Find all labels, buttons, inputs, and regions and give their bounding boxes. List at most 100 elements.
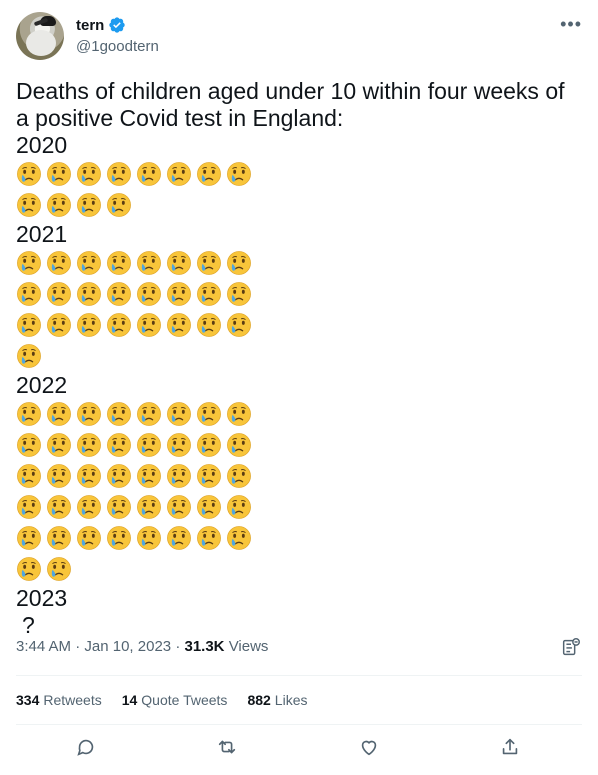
crying-face-emoji-icon [166, 312, 192, 338]
tweet-text: Deaths of children aged under 10 within … [16, 78, 582, 639]
crying-face-emoji-icon [46, 463, 72, 489]
emoji-row [16, 281, 582, 310]
like-icon[interactable] [358, 736, 382, 760]
crying-face-emoji-icon [46, 525, 72, 551]
crying-face-emoji-icon [106, 161, 132, 187]
crying-face-emoji-icon [166, 401, 192, 427]
emoji-row [16, 343, 582, 372]
tweet-time[interactable]: 3:44 AM [16, 638, 71, 655]
emoji-row [16, 525, 582, 554]
crying-face-emoji-icon [16, 343, 42, 369]
crying-face-emoji-icon [46, 161, 72, 187]
crying-face-emoji-icon [166, 463, 192, 489]
crying-face-emoji-icon [76, 401, 102, 427]
crying-face-emoji-icon [136, 312, 162, 338]
crying-face-emoji-icon [106, 312, 132, 338]
crying-face-emoji-icon [196, 494, 222, 520]
crying-face-emoji-icon [46, 494, 72, 520]
crying-face-emoji-icon [166, 161, 192, 187]
action-bar [16, 736, 582, 760]
crying-face-emoji-icon [226, 432, 252, 458]
crying-face-emoji-icon [76, 281, 102, 307]
reply-icon[interactable] [75, 736, 99, 760]
crying-face-emoji-icon [106, 432, 132, 458]
avatar[interactable] [16, 12, 64, 60]
crying-face-emoji-icon [16, 432, 42, 458]
crying-face-emoji-icon [16, 281, 42, 307]
crying-face-emoji-icon [226, 281, 252, 307]
tweet-header: tern @1goodtern ••• [16, 12, 582, 62]
retweet-icon[interactable] [216, 736, 240, 760]
divider [16, 675, 582, 676]
crying-face-emoji-icon [106, 250, 132, 276]
crying-face-emoji-icon [16, 525, 42, 551]
crying-face-emoji-icon [46, 432, 72, 458]
year-heading: 2021 [16, 221, 68, 247]
crying-face-emoji-icon [196, 432, 222, 458]
crying-face-emoji-icon [196, 525, 222, 551]
crying-face-emoji-icon [16, 494, 42, 520]
crying-face-emoji-icon [76, 463, 102, 489]
emoji-row [16, 494, 582, 523]
crying-face-emoji-icon [196, 281, 222, 307]
crying-face-emoji-icon [76, 525, 102, 551]
views-label: Views [228, 638, 269, 655]
tweet-meta: 3:44 AM · Jan 10, 2023 · 31.3K Views [16, 638, 269, 655]
crying-face-emoji-icon [226, 312, 252, 338]
year-heading: 2020 [16, 132, 68, 158]
crying-face-emoji-icon [46, 192, 72, 218]
divider [16, 724, 582, 725]
crying-face-emoji-icon [196, 401, 222, 427]
crying-face-emoji-icon [76, 494, 102, 520]
crying-face-emoji-icon [16, 312, 42, 338]
engagement-stats: 334 Retweets 14 Quote Tweets 882 Likes [16, 692, 307, 708]
tweet-date[interactable]: Jan 10, 2023 [84, 638, 171, 655]
crying-face-emoji-icon [16, 556, 42, 582]
crying-face-emoji-icon [196, 312, 222, 338]
crying-face-emoji-icon [46, 401, 72, 427]
crying-face-emoji-icon [226, 525, 252, 551]
crying-face-emoji-icon [166, 432, 192, 458]
crying-face-emoji-icon [166, 494, 192, 520]
crying-face-emoji-icon [16, 401, 42, 427]
more-options-icon[interactable]: ••• [560, 14, 582, 35]
handle[interactable]: @1goodtern [76, 38, 159, 55]
year-heading: 2023 [16, 585, 68, 611]
crying-face-emoji-icon [226, 250, 252, 276]
crying-face-emoji-icon [226, 463, 252, 489]
crying-face-emoji-icon [106, 463, 132, 489]
emoji-row [16, 463, 582, 492]
crying-face-emoji-icon [76, 250, 102, 276]
verified-badge-icon [109, 17, 126, 33]
share-icon[interactable] [499, 736, 523, 760]
crying-face-emoji-icon [226, 401, 252, 427]
emoji-row [16, 250, 582, 279]
emoji-row [16, 556, 582, 585]
retweets-stat[interactable]: 334 Retweets [16, 692, 102, 708]
quote-tweets-stat[interactable]: 14 Quote Tweets [122, 692, 228, 708]
emoji-row [16, 161, 582, 190]
crying-face-emoji-icon [16, 192, 42, 218]
display-name[interactable]: tern [76, 17, 104, 34]
crying-face-emoji-icon [46, 281, 72, 307]
likes-stat[interactable]: 882 Likes [247, 692, 307, 708]
crying-face-emoji-icon [136, 432, 162, 458]
crying-face-emoji-icon [226, 161, 252, 187]
analytics-icon[interactable] [560, 636, 582, 658]
year-heading: 2022 [16, 372, 68, 398]
crying-face-emoji-icon [46, 312, 72, 338]
crying-face-emoji-icon [16, 161, 42, 187]
crying-face-emoji-icon [106, 281, 132, 307]
crying-face-emoji-icon [106, 401, 132, 427]
views-count: 31.3K [184, 638, 225, 655]
crying-face-emoji-icon [76, 161, 102, 187]
crying-face-emoji-icon [136, 463, 162, 489]
crying-face-emoji-icon [136, 250, 162, 276]
tweet-line: a positive Covid test in England: [16, 105, 344, 131]
unknown-value: ? [22, 612, 35, 638]
crying-face-emoji-icon [16, 463, 42, 489]
crying-face-emoji-icon [136, 161, 162, 187]
crying-face-emoji-icon [76, 312, 102, 338]
crying-face-emoji-icon [166, 250, 192, 276]
crying-face-emoji-icon [196, 250, 222, 276]
